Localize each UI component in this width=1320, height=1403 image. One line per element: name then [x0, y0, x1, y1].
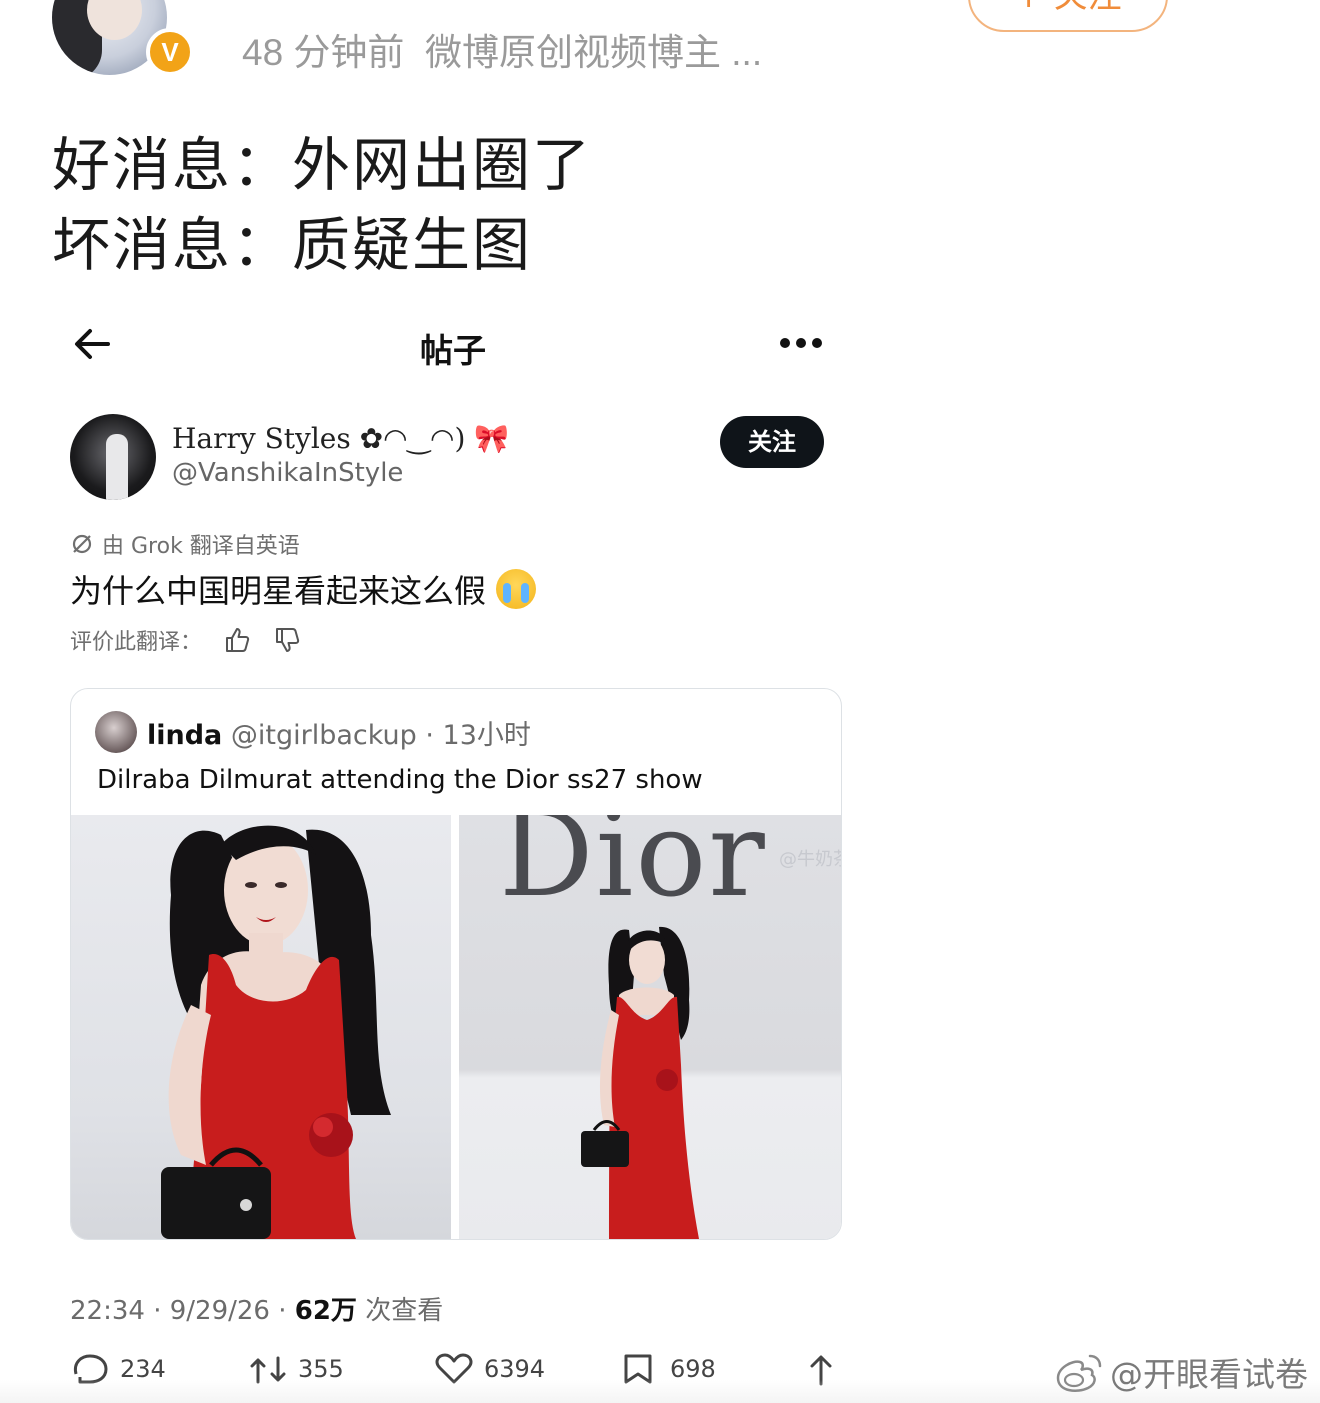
quoted-author-avatar[interactable] — [95, 711, 137, 753]
image-watermark: @牛奶茶 — [779, 849, 841, 870]
nav-title: 帖子 — [420, 331, 486, 370]
quoted-author-meta: @itgirlbackup · 13小时 — [230, 720, 531, 751]
thumbs-down-icon[interactable] — [272, 625, 302, 655]
repost-count: 355 — [298, 1355, 344, 1383]
rate-translation: 评价此翻译： — [70, 624, 302, 656]
view-count: 62万 — [294, 1296, 357, 1326]
view-label: 次查看 — [356, 1296, 444, 1326]
woman-red-dress-full-image — [581, 926, 699, 1239]
post-timestamp: 22:34 · 9/29/26 · — [70, 1296, 295, 1326]
woman-red-dress-closeup-image — [161, 825, 391, 1239]
photo-divider — [451, 815, 459, 1239]
author-name[interactable]: Harry Styles ✿◠‿◠) 🎀 — [172, 422, 509, 455]
crying-emoji-icon — [496, 569, 537, 609]
post-text-line-1: 好消息：外网出圈了 — [52, 131, 593, 199]
tweet-body: 为什么中国明星看起来这么假 — [70, 572, 487, 610]
quoted-post-card[interactable]: linda @itgirlbackup · 13小时 Dilraba Dilmu… — [70, 688, 842, 1240]
quoted-post-text: Dilraba Dilmurat attending the Dior ss27… — [97, 765, 703, 795]
account-type: 微博原创视频博主 ... — [425, 32, 763, 73]
more-options-icon[interactable] — [778, 336, 824, 350]
back-arrow-icon[interactable] — [70, 322, 114, 366]
post-meta: 48 分钟前 微博原创视频博主 ... — [242, 22, 762, 76]
reply-count: 234 — [120, 1355, 166, 1383]
thumbs-up-icon[interactable] — [222, 625, 252, 655]
grok-icon — [72, 534, 92, 554]
quoted-post-header: linda @itgirlbackup · 13小时 — [147, 713, 531, 752]
tweet-text: 为什么中国明星看起来这么假 — [70, 566, 537, 612]
vip-badge-icon: V — [146, 28, 194, 76]
weibo-watermark: @开眼看试卷 — [1050, 1348, 1308, 1396]
photo-left[interactable] — [71, 815, 451, 1239]
rate-label: 评价此翻译： — [70, 630, 203, 655]
quoted-author-name[interactable]: linda — [147, 720, 222, 751]
post-time: 48 分钟前 — [242, 32, 405, 73]
watermark-text: @开眼看试卷 — [1110, 1355, 1308, 1394]
weibo-logo-icon — [1056, 1354, 1102, 1392]
photo-right[interactable]: Dior @牛奶茶 — [459, 815, 841, 1239]
bookmark-count: 698 — [670, 1355, 716, 1383]
weibo-follow-button[interactable]: + 关注 — [968, 0, 1168, 32]
author-handle[interactable]: @VanshikaInStyle — [172, 458, 403, 488]
post-stats: 22:34 · 9/29/26 · 62万 次查看 — [70, 1290, 443, 1327]
like-count: 6394 — [484, 1355, 546, 1383]
post-text-line-2: 坏消息：质疑生图 — [52, 211, 533, 279]
grok-translation-note: 由 Grok 翻译自英语 — [70, 528, 300, 560]
author-avatar[interactable] — [70, 414, 156, 500]
grok-note-text: 由 Grok 翻译自英语 — [102, 534, 300, 559]
follow-button[interactable]: 关注 — [720, 416, 824, 468]
